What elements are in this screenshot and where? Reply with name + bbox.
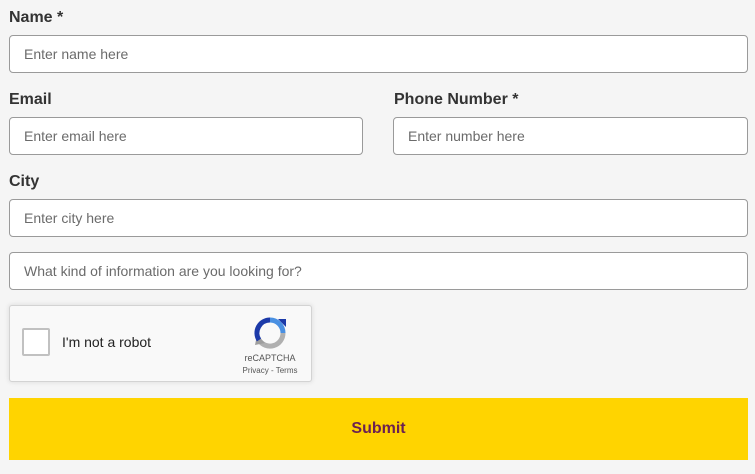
recaptcha-privacy-link[interactable]: Privacy: [243, 366, 269, 375]
city-input[interactable]: [9, 199, 748, 237]
recaptcha-links: Privacy - Terms: [230, 366, 310, 376]
recaptcha-brand: reCAPTCHA: [244, 353, 296, 363]
recaptcha-logo-icon: [254, 317, 286, 349]
submit-button[interactable]: Submit: [9, 398, 748, 460]
email-input[interactable]: [9, 117, 363, 155]
city-label: City: [9, 173, 40, 190]
phone-label: Phone Number *: [394, 91, 519, 108]
recaptcha-label: I'm not a robot: [62, 334, 152, 350]
recaptcha-link-separator: -: [268, 366, 276, 375]
name-input[interactable]: [9, 35, 748, 73]
email-label: Email: [9, 91, 52, 108]
recaptcha-widget: I'm not a robot reCAPTCHA Privacy - Term…: [9, 305, 312, 382]
information-request-input[interactable]: [9, 252, 748, 290]
name-label: Name *: [9, 9, 64, 26]
recaptcha-terms-link[interactable]: Terms: [276, 366, 298, 375]
recaptcha-checkbox[interactable]: [22, 328, 50, 356]
phone-input[interactable]: [393, 117, 748, 155]
